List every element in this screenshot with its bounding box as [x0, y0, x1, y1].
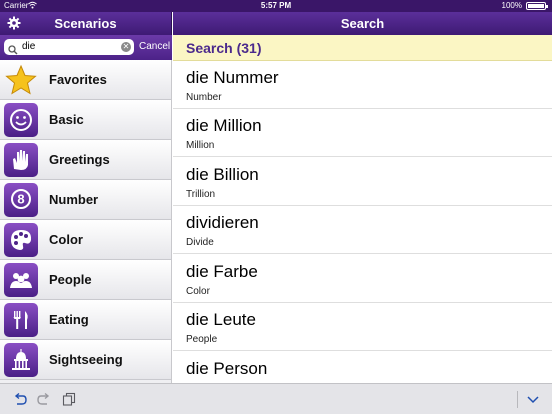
result-word: die Leute — [186, 310, 256, 329]
result-word: die Billion — [186, 165, 259, 184]
sidebar-item-number[interactable]: 8 Number — [0, 180, 171, 220]
search-title: Search — [340, 16, 385, 31]
sidebar-item-label: Favorites — [49, 72, 107, 87]
sidebar-item-eating[interactable]: Eating — [0, 300, 171, 340]
result-word: die Person — [186, 359, 268, 378]
results-list: die Nummer Number die Million Million di… — [173, 61, 552, 383]
list-item[interactable]: die Farbe Color — [173, 255, 552, 303]
search-icon — [8, 42, 18, 55]
result-translation: Color — [186, 286, 210, 297]
sidebar-item-color[interactable]: Color — [0, 220, 171, 260]
sidebar-item-label: Color — [49, 232, 83, 247]
list-item[interactable]: die Billion Trillion — [173, 158, 552, 206]
sidebar-item-greetings[interactable]: Greetings — [0, 140, 171, 180]
number-icon: 8 — [4, 183, 38, 217]
status-time: 5:57 PM — [260, 1, 292, 10]
palette-icon — [4, 223, 38, 257]
sidebar-item-label: Basic — [49, 112, 84, 127]
hand-icon — [4, 143, 38, 177]
cancel-button[interactable]: Cancel — [139, 41, 170, 52]
smiley-icon — [4, 103, 38, 137]
sidebar-item-basic[interactable]: Basic — [0, 100, 171, 140]
clear-search-icon[interactable]: ✕ — [121, 42, 131, 52]
battery-percentage: 100% — [501, 1, 522, 10]
search-bar: die ✕ Cancel — [0, 35, 172, 60]
redo-icon[interactable] — [37, 392, 51, 406]
sidebar-item-label: Greetings — [49, 152, 110, 167]
sidebar-item-label: People — [49, 272, 92, 287]
sidebar-item-label: Sightseeing — [49, 352, 123, 367]
sidebar-item-label: Number — [49, 192, 99, 207]
result-translation: Number — [186, 92, 222, 103]
search-input[interactable]: die ✕ — [4, 39, 134, 55]
list-item[interactable]: die Million Million — [173, 109, 552, 157]
list-item[interactable]: dividieren Divide — [173, 206, 552, 254]
result-word: dividieren — [186, 213, 259, 232]
search-nav-bar: Search — [173, 12, 552, 35]
clipboard-icon[interactable] — [62, 392, 76, 406]
result-word: die Farbe — [186, 262, 258, 281]
scenario-list: Favorites Basic Greetings 8 Number Color… — [0, 60, 172, 383]
people-icon — [4, 263, 38, 297]
svg-text:8: 8 — [17, 192, 24, 207]
status-bar: Carrier 5:57 PM 100% — [0, 0, 552, 12]
list-item[interactable]: die Leute People — [173, 303, 552, 351]
results-header: Search (31) — [173, 35, 552, 61]
result-translation: Divide — [186, 237, 214, 248]
list-item[interactable]: die Person — [173, 352, 552, 383]
battery-icon — [526, 2, 548, 10]
scenarios-nav-bar: Scenarios — [0, 12, 172, 35]
toolbar-divider — [517, 391, 518, 408]
results-count-label: Search (31) — [186, 40, 262, 56]
undo-icon[interactable] — [13, 392, 27, 406]
landmark-icon — [4, 343, 38, 377]
star-icon — [4, 63, 38, 97]
sidebar-item-label: Eating — [49, 312, 89, 327]
sidebar-item-people[interactable]: People — [0, 260, 171, 300]
sidebar-item-sightseeing[interactable]: Sightseeing — [0, 340, 171, 380]
chevron-down-icon[interactable] — [526, 392, 540, 406]
result-translation: Million — [186, 140, 215, 151]
scenarios-title: Scenarios — [54, 16, 117, 31]
search-input-value: die — [22, 41, 36, 52]
list-item[interactable]: die Nummer Number — [173, 61, 552, 109]
result-word: die Million — [186, 116, 262, 135]
result-translation: Trillion — [186, 189, 216, 200]
sidebar-item-favorites[interactable]: Favorites — [0, 60, 171, 100]
result-word: die Nummer — [186, 68, 279, 87]
bottom-toolbar — [0, 383, 552, 414]
utensils-icon — [4, 303, 38, 337]
result-translation: People — [186, 334, 218, 345]
